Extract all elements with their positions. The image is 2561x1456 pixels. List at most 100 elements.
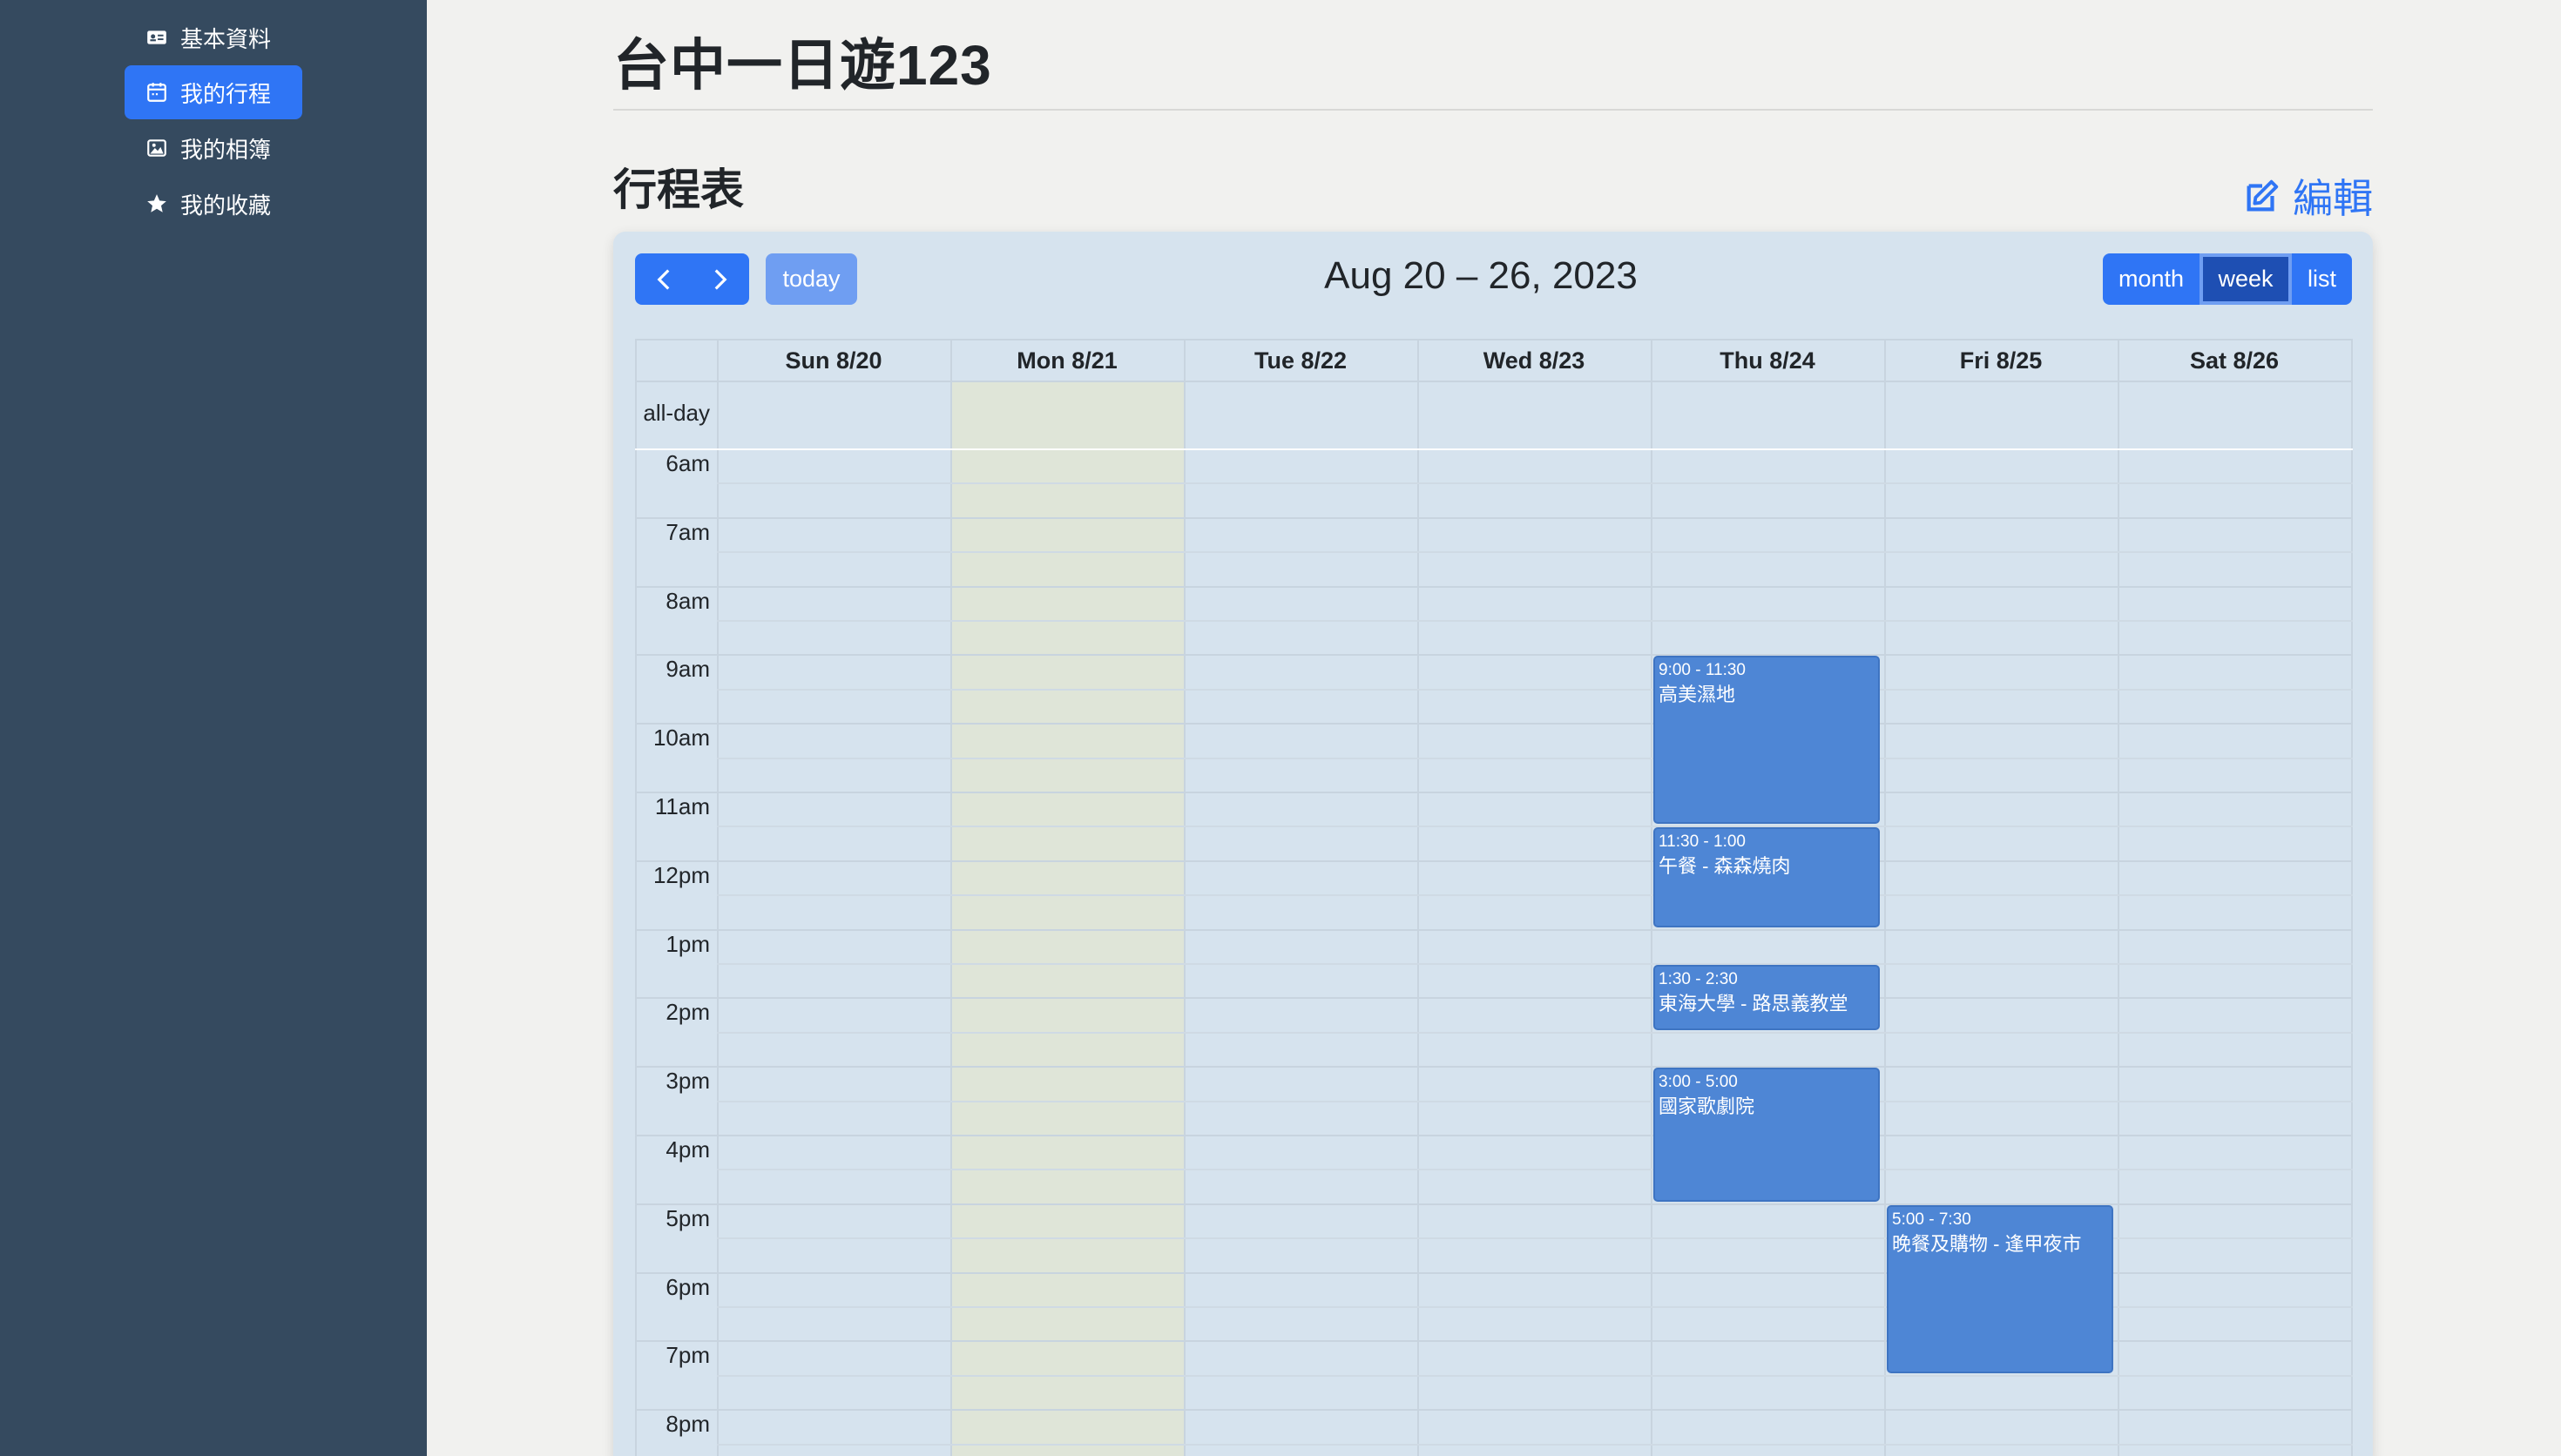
day-header: Sun 8/20 xyxy=(785,347,882,374)
grid-vline xyxy=(1884,339,1886,1456)
event-time: 1:30 - 2:30 xyxy=(1659,970,1738,988)
grid-hline xyxy=(717,1100,2353,1102)
time-label: 3pm xyxy=(666,1068,710,1095)
time-label: 2pm xyxy=(666,999,710,1026)
calendar-event[interactable]: 9:00 - 11:30 高美濕地 xyxy=(1653,656,1880,825)
event-time: 9:00 - 11:30 xyxy=(1659,661,1747,680)
list-view-button[interactable]: list xyxy=(2292,253,2352,305)
edit-button[interactable]: 編輯 xyxy=(2242,167,2373,225)
grid-hline xyxy=(717,1374,2353,1377)
day-header: Mon 8/21 xyxy=(1017,347,1118,374)
grid-hline xyxy=(635,516,2353,519)
event-title: 高美濕地 xyxy=(1659,684,1736,706)
month-view-button[interactable]: month xyxy=(2103,253,2199,305)
section-title: 行程表 xyxy=(613,165,744,214)
day-header: Thu 8/24 xyxy=(1720,347,1815,374)
time-label: 6pm xyxy=(666,1273,710,1300)
sidebar-item-label: 我的相簿 xyxy=(180,136,272,163)
grid-hline xyxy=(717,757,2353,759)
grid-hline xyxy=(717,551,2353,554)
edit-icon xyxy=(2242,176,2282,216)
time-label: 1pm xyxy=(666,930,710,957)
grid-vline xyxy=(1651,339,1652,1456)
grid-hline xyxy=(717,1169,2353,1171)
grid-hline xyxy=(635,585,2353,588)
time-label: 12pm xyxy=(652,861,710,888)
grid-hline xyxy=(717,688,2353,691)
time-label: 7pm xyxy=(666,1342,710,1369)
grid-hline xyxy=(635,1409,2353,1412)
grid-hline xyxy=(635,997,2353,1000)
star-icon xyxy=(145,192,168,215)
grid-hline xyxy=(635,381,2353,382)
week-grid: Sun 8/20 Mon 8/21 Tue 8/22 Wed 8/23 Thu 8/24… xyxy=(635,339,2353,1456)
grid-hline xyxy=(717,1443,2353,1446)
id-card-icon xyxy=(145,26,168,49)
calendar-event[interactable]: 11:30 - 1:00 午餐 - 森森燒肉 xyxy=(1653,827,1880,927)
today-button[interactable]: today xyxy=(766,253,857,305)
time-label: 10am xyxy=(652,725,710,752)
image-icon xyxy=(145,137,168,159)
sidebar-item-label: 我的行程 xyxy=(180,80,272,107)
week-view-button[interactable]: week xyxy=(2199,253,2292,305)
time-label: 8pm xyxy=(666,1411,710,1438)
page-title: 台中一日遊123 xyxy=(613,34,992,97)
grid-hline xyxy=(635,339,2353,340)
grid-vline xyxy=(1184,339,1186,1456)
day-header: Wed 8/23 xyxy=(1483,347,1585,374)
calendar-event[interactable]: 5:00 - 7:30 晚餐及購物 - 逢甲夜市 xyxy=(1887,1204,2113,1373)
sidebar: 基本資料 我的行程 我的相簿 我的收藏 xyxy=(0,0,427,1456)
sidebar-item-profile[interactable]: 基本資料 xyxy=(125,10,302,64)
chevron-right-icon xyxy=(714,268,727,290)
calendar-event[interactable]: 1:30 - 2:30 東海大學 - 路思義教堂 xyxy=(1653,965,1880,1030)
grid-hline xyxy=(635,928,2353,931)
time-label: 5pm xyxy=(666,1204,710,1231)
sidebar-item-label: 我的收藏 xyxy=(180,192,272,219)
chevron-left-icon xyxy=(657,268,670,290)
grid-vline xyxy=(1417,339,1419,1456)
grid-hline xyxy=(717,620,2353,622)
view-switcher: month week list xyxy=(2103,253,2352,305)
edit-label: 編輯 xyxy=(2293,176,2373,221)
event-title: 國家歌劇院 xyxy=(1659,1095,1755,1118)
grid-hline xyxy=(717,826,2353,828)
calendar-icon xyxy=(145,81,168,104)
grid-hline xyxy=(635,1066,2353,1068)
grid-hline xyxy=(635,859,2353,862)
grid-hline xyxy=(635,654,2353,657)
grid-hline xyxy=(635,448,2353,450)
sidebar-item-album[interactable]: 我的相簿 xyxy=(125,121,302,175)
grid-hline xyxy=(717,894,2353,897)
today-column-highlight xyxy=(951,381,1184,1456)
prev-button[interactable] xyxy=(635,253,693,305)
grid-hline xyxy=(717,482,2353,485)
date-range-title: Aug 20 – 26, 2023 xyxy=(1324,254,1638,297)
event-time: 5:00 - 7:30 xyxy=(1892,1210,1971,1229)
next-button[interactable] xyxy=(693,253,750,305)
day-header: Tue 8/22 xyxy=(1253,347,1348,374)
time-label: 8am xyxy=(666,587,710,614)
calendar-event[interactable]: 3:00 - 5:00 國家歌劇院 xyxy=(1653,1068,1880,1202)
grid-hline xyxy=(635,723,2353,725)
day-header: Sat 8/26 xyxy=(2189,347,2280,374)
title-divider xyxy=(613,109,2373,111)
grid-hline xyxy=(635,792,2353,793)
sidebar-item-itinerary[interactable]: 我的行程 xyxy=(125,65,302,119)
sidebar-item-favorites[interactable]: 我的收藏 xyxy=(125,177,302,231)
event-time: 11:30 - 1:00 xyxy=(1659,832,1747,852)
nav-button-group xyxy=(635,253,749,305)
event-time: 3:00 - 5:00 xyxy=(1659,1073,1738,1092)
time-label: 4pm xyxy=(666,1136,710,1163)
time-label: 7am xyxy=(666,518,710,545)
grid-vline xyxy=(950,339,952,1456)
time-label: 6am xyxy=(666,450,710,476)
grid-hline xyxy=(635,1135,2353,1136)
grid-vline xyxy=(2118,339,2119,1456)
event-title: 午餐 - 森森燒肉 xyxy=(1659,855,1791,878)
time-label: 9am xyxy=(666,656,710,683)
grid-vline xyxy=(717,339,719,1456)
time-label: 11am xyxy=(654,793,710,819)
sidebar-item-label: 基本資料 xyxy=(180,25,272,52)
grid-vline xyxy=(2351,339,2353,1456)
day-header: Fri 8/25 xyxy=(1959,347,2043,374)
